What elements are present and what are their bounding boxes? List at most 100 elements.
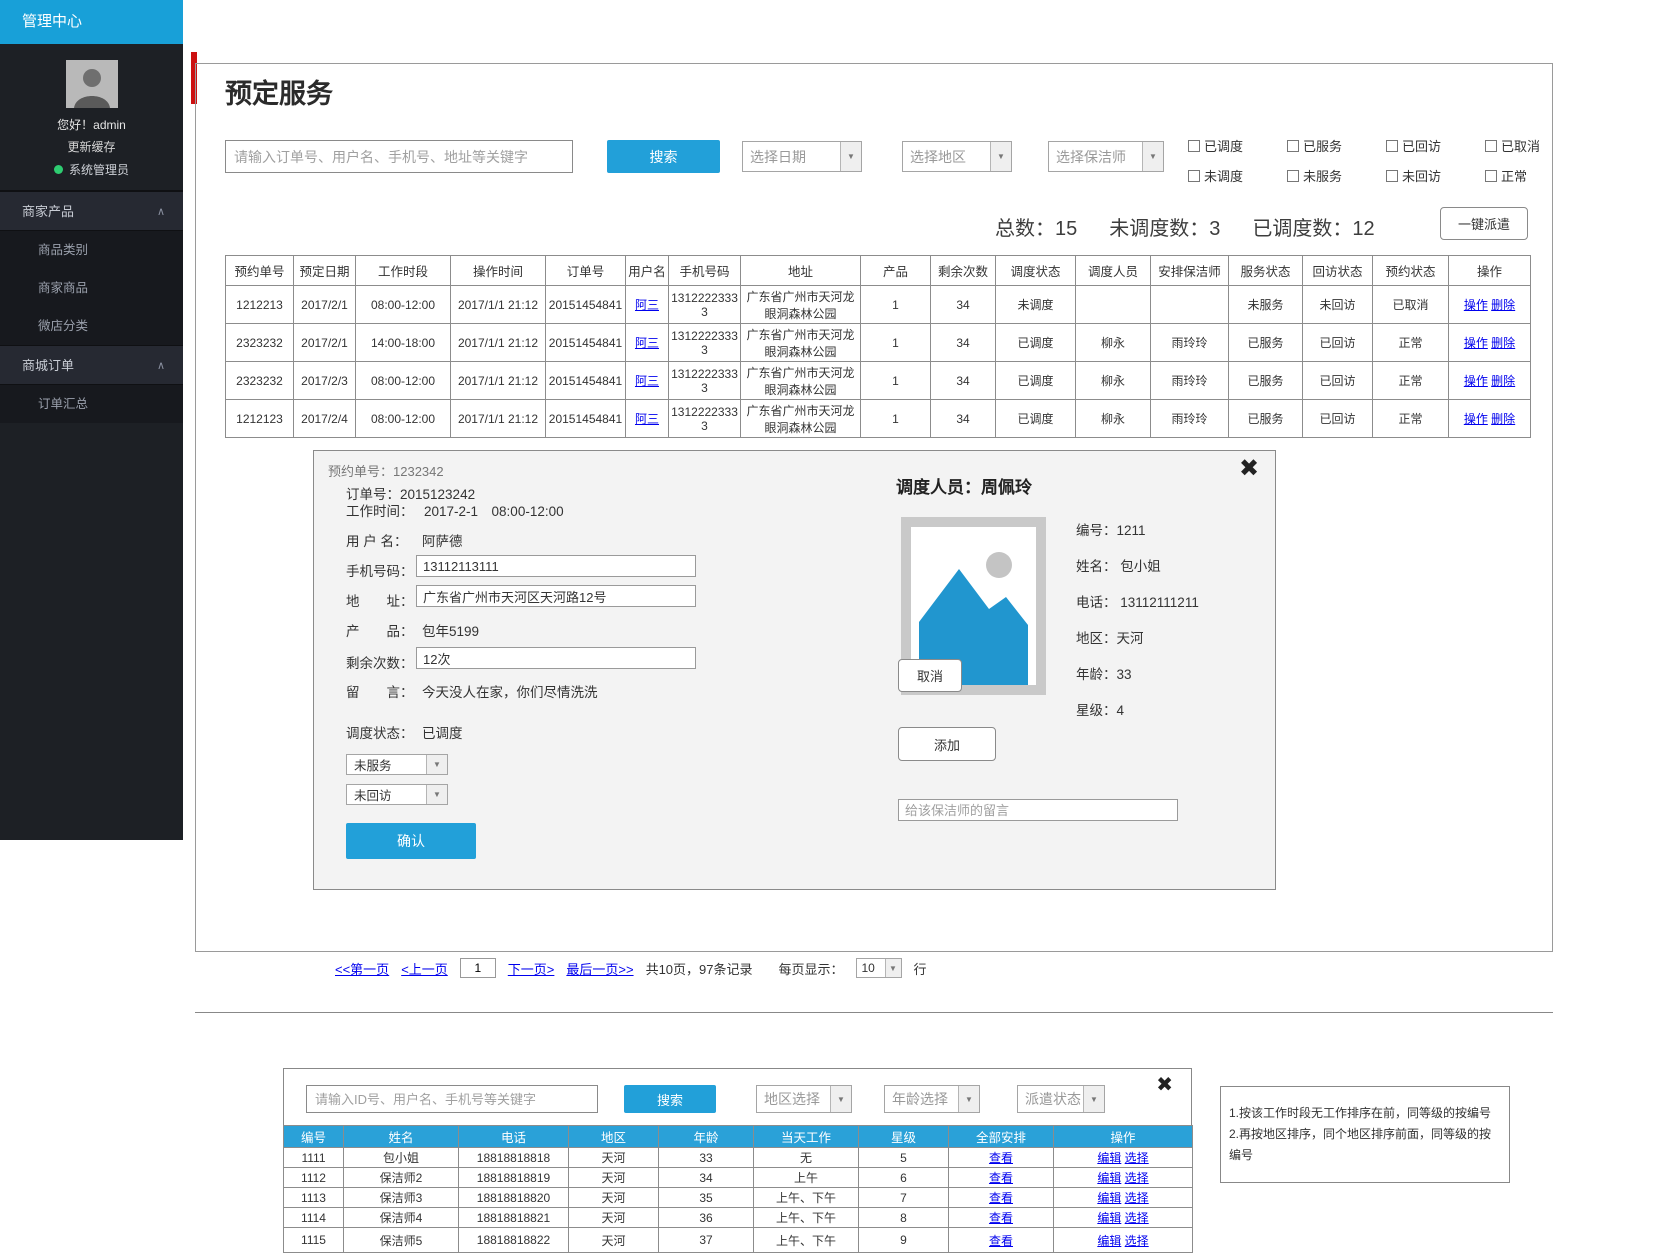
select-link[interactable]: 选择: [1125, 1211, 1149, 1225]
popup-age-select[interactable]: 年龄选择 ▼: [884, 1085, 980, 1113]
operate-link[interactable]: 操作: [1464, 336, 1488, 350]
select-link[interactable]: 选择: [1125, 1171, 1149, 1185]
user-link[interactable]: 阿三: [635, 374, 659, 388]
person-icon: [66, 60, 118, 108]
user-link[interactable]: 阿三: [635, 412, 659, 426]
view-link[interactable]: 查看: [989, 1234, 1013, 1248]
operate-link[interactable]: 操作: [1464, 374, 1488, 388]
operate-link[interactable]: 操作: [1464, 298, 1488, 312]
view-link[interactable]: 查看: [989, 1151, 1013, 1165]
add-button[interactable]: 添加: [898, 727, 996, 761]
note-line: 1.按该工作时段无工作排序在前，同等级的按编号: [1229, 1103, 1501, 1124]
edit-link[interactable]: 编辑: [1097, 1211, 1121, 1225]
table-cell: 未回访: [1303, 286, 1373, 324]
edit-link[interactable]: 编辑: [1097, 1171, 1121, 1185]
user-link[interactable]: 阿三: [635, 298, 659, 312]
sidebar-item[interactable]: 商品类别: [0, 231, 183, 269]
edit-link[interactable]: 编辑: [1097, 1151, 1121, 1165]
view-link[interactable]: 查看: [989, 1191, 1013, 1205]
checkbox-icon[interactable]: [1188, 170, 1200, 182]
refresh-cache-link[interactable]: 更新缓存: [0, 138, 183, 155]
prev-page-link[interactable]: <上一页: [401, 959, 448, 978]
search-input[interactable]: [225, 140, 573, 173]
checkbox-icon[interactable]: [1287, 140, 1299, 152]
confirm-button[interactable]: 确认: [346, 823, 476, 859]
cancel-button[interactable]: 取消: [898, 659, 962, 692]
user-link[interactable]: 阿三: [635, 336, 659, 350]
table-cell: 柳永: [1076, 324, 1151, 362]
close-icon[interactable]: ✖: [1239, 457, 1259, 481]
rows-unit-label: 行: [914, 959, 927, 978]
per-page-select[interactable]: 10 ▼: [856, 958, 902, 978]
select-link[interactable]: 选择: [1125, 1234, 1149, 1248]
table-cell: 20151454841: [546, 286, 626, 324]
table-cell: 20151454841: [546, 362, 626, 400]
close-icon[interactable]: ✖: [1156, 1075, 1173, 1095]
filter-checkbox[interactable]: 已回访: [1386, 136, 1441, 155]
checkbox-icon[interactable]: [1287, 170, 1299, 182]
visit-status-select[interactable]: 未回访 ▼: [346, 784, 448, 805]
table-cell: 2017/1/1 21:12: [451, 400, 546, 438]
service-status-select[interactable]: 未服务 ▼: [346, 754, 448, 775]
checkbox-icon[interactable]: [1188, 140, 1200, 152]
sidebar-item[interactable]: 商家商品: [0, 269, 183, 307]
page-number-input[interactable]: [460, 958, 496, 978]
dispatch-status-value: 已调度: [422, 722, 463, 742]
filter-checkbox[interactable]: 未调度: [1188, 166, 1243, 185]
filter-checkbox[interactable]: 已服务: [1287, 136, 1342, 155]
operate-link[interactable]: 操作: [1464, 412, 1488, 426]
first-page-link[interactable]: <<第一页: [335, 959, 389, 978]
date-select[interactable]: 选择日期 ▼: [742, 141, 862, 172]
delete-link[interactable]: 删除: [1491, 374, 1515, 388]
staff-note-input[interactable]: [898, 799, 1178, 821]
select-link[interactable]: 选择: [1125, 1191, 1149, 1205]
greeting-text: 您好！admin: [0, 116, 183, 133]
filter-checkbox[interactable]: 未服务: [1287, 166, 1342, 185]
region-select[interactable]: 选择地区 ▼: [902, 141, 1012, 172]
delete-link[interactable]: 删除: [1491, 336, 1515, 350]
cleaner-search-input[interactable]: [306, 1085, 598, 1113]
remaining-input[interactable]: [416, 647, 696, 669]
next-page-link[interactable]: 下一页>: [508, 959, 555, 978]
sidebar-section[interactable]: 商城订单∧: [0, 345, 183, 385]
table-cell: 查看: [949, 1148, 1054, 1168]
popup-dispatch-select[interactable]: 派遣状态 ▼: [1017, 1085, 1105, 1113]
table-cell: 1114: [284, 1208, 344, 1228]
filter-checkbox[interactable]: 已调度: [1188, 136, 1243, 155]
column-header: 地区: [569, 1126, 659, 1148]
checkbox-icon[interactable]: [1485, 170, 1497, 182]
search-button[interactable]: 搜索: [607, 140, 720, 173]
staff-info-line: 姓名： 包小姐: [1076, 555, 1199, 575]
table-cell: 查看: [949, 1208, 1054, 1228]
role-label: 系统管理员: [69, 161, 129, 178]
filter-checkbox[interactable]: 未回访: [1386, 166, 1441, 185]
column-header: 调度状态: [996, 256, 1076, 286]
sidebar-item[interactable]: 订单汇总: [0, 385, 183, 423]
filter-checkbox[interactable]: 已取消: [1485, 136, 1540, 155]
address-input[interactable]: [416, 585, 696, 607]
select-link[interactable]: 选择: [1125, 1151, 1149, 1165]
edit-link[interactable]: 编辑: [1097, 1234, 1121, 1248]
table-cell: 34: [931, 362, 996, 400]
edit-link[interactable]: 编辑: [1097, 1191, 1121, 1205]
popup-region-select[interactable]: 地区选择 ▼: [756, 1085, 852, 1113]
one-key-dispatch-button[interactable]: 一键派遣: [1440, 207, 1528, 240]
sidebar-section[interactable]: 商家产品∧: [0, 191, 183, 231]
table-cell: 已取消: [1373, 286, 1449, 324]
checkbox-icon[interactable]: [1386, 140, 1398, 152]
delete-link[interactable]: 删除: [1491, 298, 1515, 312]
view-link[interactable]: 查看: [989, 1211, 1013, 1225]
checkbox-icon[interactable]: [1386, 170, 1398, 182]
cleaner-search-button[interactable]: 搜索: [624, 1085, 716, 1113]
cleaner-select[interactable]: 选择保洁师 ▼: [1048, 141, 1164, 172]
table-cell: 广东省广州市天河龙眼洞森林公园: [741, 324, 861, 362]
delete-link[interactable]: 删除: [1491, 412, 1515, 426]
view-link[interactable]: 查看: [989, 1171, 1013, 1185]
filter-checkbox[interactable]: 正常: [1485, 166, 1540, 185]
stat-unscheduled: 未调度数：3: [1109, 212, 1220, 241]
phone-input[interactable]: [416, 555, 696, 577]
checkbox-icon[interactable]: [1485, 140, 1497, 152]
table-cell: 34: [931, 286, 996, 324]
sidebar-item[interactable]: 微店分类: [0, 307, 183, 345]
last-page-link[interactable]: 最后一页>>: [566, 959, 633, 978]
